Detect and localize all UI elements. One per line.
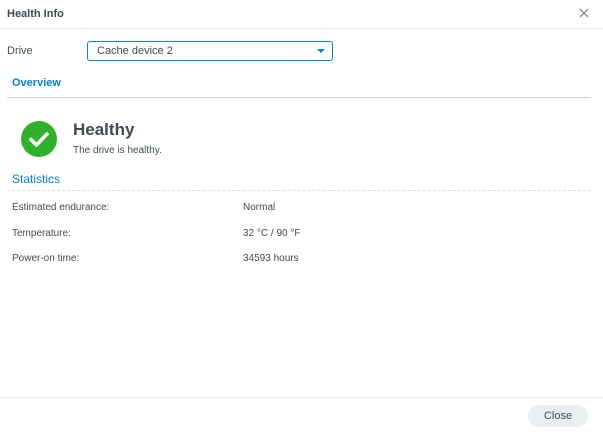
tab-overview[interactable]: Overview	[12, 77, 61, 89]
status-subtitle: The drive is healthy.	[73, 145, 162, 156]
stat-label: Power-on time:	[12, 253, 80, 264]
stat-value: 32 °C / 90 °F	[243, 228, 301, 239]
section-divider	[7, 190, 591, 191]
stat-row-endurance: Estimated endurance: Normal	[12, 202, 592, 216]
stat-label: Temperature:	[12, 228, 71, 239]
tab-bar: Overview	[7, 72, 591, 98]
title-bar: Health Info	[0, 0, 603, 29]
drive-select-value: Cache device 2	[97, 45, 173, 57]
drive-select[interactable]: Cache device 2	[87, 41, 333, 61]
status-title: Healthy	[73, 120, 135, 139]
stat-value: Normal	[243, 202, 276, 213]
drive-label: Drive	[7, 45, 33, 57]
window-title: Health Info	[7, 8, 64, 20]
close-button[interactable]: Close	[528, 405, 588, 427]
stat-label: Estimated endurance:	[12, 202, 110, 213]
stat-row-temperature: Temperature: 32 °C / 90 °F	[12, 228, 592, 242]
dialog-footer: Close	[0, 397, 603, 434]
chevron-down-icon	[317, 49, 325, 53]
stat-row-power-on-time: Power-on time: 34593 hours	[12, 253, 592, 267]
statistics-heading: Statistics	[12, 172, 61, 186]
check-circle-icon	[21, 121, 57, 157]
close-icon[interactable]	[577, 6, 591, 20]
stat-value: 34593 hours	[243, 253, 299, 264]
